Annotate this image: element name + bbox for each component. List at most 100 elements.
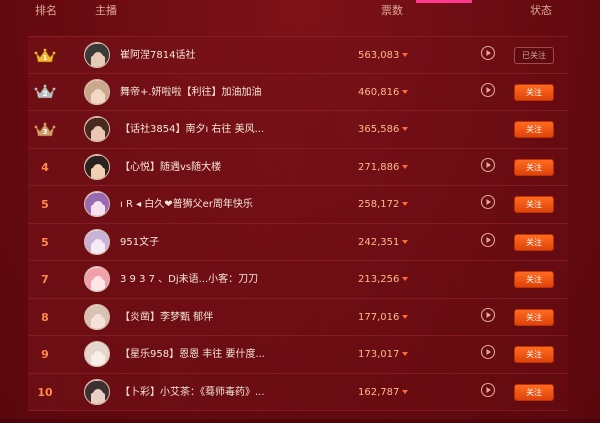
rank-number: 5 <box>41 235 49 249</box>
play-icon[interactable] <box>480 307 496 323</box>
rank-number: 4 <box>41 160 49 174</box>
dropdown-arrow-icon[interactable] <box>402 389 409 394</box>
crown-icon: 2 <box>34 84 56 100</box>
dropdown-arrow-icon[interactable] <box>402 277 409 281</box>
vote-value: 563,083 <box>358 50 400 61</box>
play-icon[interactable] <box>480 344 496 360</box>
vote-count: 563,083 <box>358 37 409 74</box>
rank-crown: 3 <box>32 111 58 148</box>
rank-number: 2 <box>42 90 48 98</box>
vote-count: 162,787 <box>358 374 409 411</box>
rank-number: 5 <box>41 198 49 211</box>
rank-number: 1 <box>42 53 48 62</box>
dropdown-arrow-icon[interactable] <box>402 89 409 94</box>
follow-button[interactable]: 关注 <box>515 234 553 250</box>
ranking-row: 8 【炎凿】李梦甄 郁伴 177,016 关注 <box>28 298 568 336</box>
follow-button[interactable]: 关注 <box>515 122 553 137</box>
vote-value: 271,886 <box>358 161 400 173</box>
avatar[interactable] <box>84 266 110 292</box>
follow-button[interactable]: 关注 <box>515 84 553 100</box>
rank-number: 7 <box>41 273 49 286</box>
play-icon[interactable] <box>480 194 496 210</box>
follow-button[interactable]: 关注 <box>515 159 553 175</box>
avatar[interactable] <box>84 228 110 255</box>
host-name[interactable]: 【星乐958】恩恩 丰往 要什度... <box>120 336 265 373</box>
host-name[interactable]: 【心悦】随遇vs随大楼 <box>120 149 221 186</box>
ranking-row: 7 3 9 3 7 、Dj未语...小客：刀刀 213,256 关注 <box>28 261 568 299</box>
avatar[interactable] <box>84 153 110 180</box>
vote-value: 258,172 <box>358 199 400 210</box>
play-icon[interactable] <box>480 382 496 398</box>
bottom-edge <box>0 419 600 423</box>
play-icon[interactable] <box>480 45 496 61</box>
vote-count: 177,016 <box>358 299 409 336</box>
ranking-row: 10 【卜彩】小艾茶：《蓦师毒药》... 162,787 关注 <box>28 373 568 411</box>
vote-count: 213,256 <box>358 261 409 298</box>
rank-number: 9 <box>41 348 49 361</box>
header-votes: 票数 <box>381 4 403 17</box>
avatar[interactable] <box>84 191 110 217</box>
vote-count: 271,886 <box>358 149 409 186</box>
vote-count: 365,586 <box>358 111 409 148</box>
follow-button[interactable]: 关注 <box>515 384 553 400</box>
vote-value: 365,586 <box>358 124 400 135</box>
ranking-row: 5 ı R ◂ 白久❤普狮父er周年快乐 258,172 关注 <box>28 186 568 224</box>
follow-button[interactable]: 关注 <box>515 197 553 212</box>
header-rank: 排名 <box>35 4 57 17</box>
play-icon[interactable] <box>480 82 496 98</box>
dropdown-arrow-icon[interactable] <box>402 53 409 57</box>
avatar[interactable] <box>84 341 110 367</box>
avatar[interactable] <box>84 303 110 330</box>
header-host: 主播 <box>95 4 117 17</box>
crown-icon: 1 <box>34 48 56 64</box>
host-name[interactable]: 崔阿涅7814话社 <box>120 37 195 74</box>
dropdown-arrow-icon[interactable] <box>402 164 409 169</box>
host-name[interactable]: 【话社3854】南夕ı 右往 美风... <box>120 111 264 148</box>
ranking-row: 9 【星乐958】恩恩 丰往 要什度... 173,017 关注 <box>28 336 568 374</box>
ranking-row: 1 崔阿涅7814话社 563,083 已关注 <box>28 36 568 74</box>
host-name[interactable]: ı R ◂ 白久❤普狮父er周年快乐 <box>120 186 253 223</box>
followed-button[interactable]: 已关注 <box>515 48 553 63</box>
leaderboard: 排名 主播 票数 状态 1 崔阿涅7814话社 563,083 已关注 2 舞帝+.妍啦啦… <box>0 0 600 423</box>
play-icon[interactable] <box>480 232 496 248</box>
dropdown-arrow-icon[interactable] <box>402 314 409 319</box>
ranking-row: 2 舞帝+.妍啦啦【利往】加油加油 460,816 关注 <box>28 73 568 111</box>
vote-count: 242,351 <box>358 224 409 261</box>
rank-crown: 1 <box>32 37 58 74</box>
host-name[interactable]: 【卜彩】小艾茶：《蓦师毒药》... <box>120 374 265 411</box>
dropdown-arrow-icon[interactable] <box>402 202 409 206</box>
crown-icon: 3 <box>34 122 56 138</box>
vote-value: 460,816 <box>358 86 400 98</box>
ranking-row: 3 【话社3854】南夕ı 右往 美风... 365,586 关注 <box>28 111 568 149</box>
ranking-list: 1 崔阿涅7814话社 563,083 已关注 2 舞帝+.妍啦啦【利往】加油加油 460,… <box>28 36 568 411</box>
ranking-row: 4 【心悦】随遇vs随大楼 271,886 关注 <box>28 148 568 186</box>
vote-value: 162,787 <box>358 386 400 398</box>
avatar[interactable] <box>84 116 110 142</box>
dropdown-arrow-icon[interactable] <box>402 127 409 131</box>
vote-count: 173,017 <box>358 336 409 373</box>
dropdown-arrow-icon[interactable] <box>402 239 409 244</box>
ranking-row: 5 951文子 242,351 关注 <box>28 223 568 261</box>
host-name[interactable]: 【炎凿】李梦甄 郁伴 <box>120 299 213 336</box>
dropdown-arrow-icon[interactable] <box>402 352 409 356</box>
rank-number: 3 <box>42 127 48 136</box>
avatar[interactable] <box>84 42 110 68</box>
avatar[interactable] <box>84 378 110 405</box>
rank-crown: 2 <box>32 74 58 111</box>
table-header: 排名 主播 票数 状态 <box>0 0 600 20</box>
host-name[interactable]: 舞帝+.妍啦啦【利往】加油加油 <box>120 74 262 111</box>
rank-number: 8 <box>41 310 49 324</box>
vote-value: 177,016 <box>358 311 400 323</box>
vote-count: 460,816 <box>358 74 409 111</box>
play-icon[interactable] <box>480 157 496 173</box>
vote-count: 258,172 <box>358 186 409 223</box>
avatar[interactable] <box>84 78 110 105</box>
follow-button[interactable]: 关注 <box>515 347 553 362</box>
vote-value: 213,256 <box>358 274 400 285</box>
header-status: 状态 <box>530 4 552 17</box>
follow-button[interactable]: 关注 <box>515 272 553 287</box>
host-name[interactable]: 3 9 3 7 、Dj未语...小客：刀刀 <box>120 261 258 298</box>
host-name[interactable]: 951文子 <box>120 224 159 261</box>
vote-value: 173,017 <box>358 349 400 360</box>
follow-button[interactable]: 关注 <box>515 309 553 325</box>
